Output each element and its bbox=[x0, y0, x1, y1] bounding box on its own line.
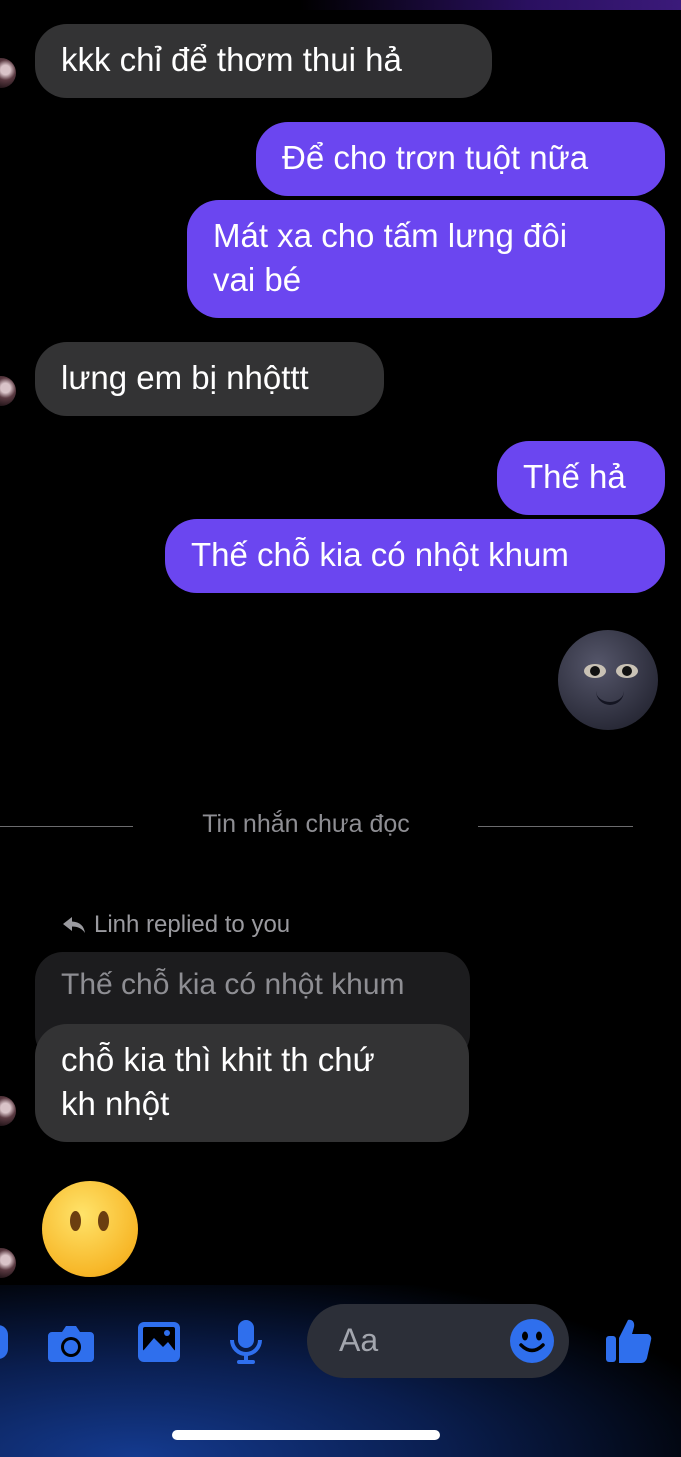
message-text: lưng em bị nhộttt bbox=[61, 359, 309, 396]
avatar[interactable] bbox=[0, 376, 16, 406]
message-text: Mát xa cho tấm lưng đôi bbox=[213, 217, 568, 254]
face-without-mouth-emoji[interactable] bbox=[42, 1181, 138, 1277]
message-text: Để cho trơn tuột nữa bbox=[282, 139, 589, 176]
reply-arrow-icon bbox=[63, 917, 85, 933]
message-input-placeholder: Aa bbox=[339, 1322, 379, 1358]
header-edge bbox=[300, 0, 681, 10]
image-icon[interactable] bbox=[136, 1320, 182, 1364]
reply-indicator: Linh replied to you bbox=[62, 911, 290, 939]
message-input[interactable]: Aa bbox=[307, 1304, 569, 1378]
avatar[interactable] bbox=[0, 1248, 16, 1278]
avatar[interactable] bbox=[0, 58, 16, 88]
message-text: Thế hả bbox=[523, 458, 626, 495]
divider-line bbox=[478, 826, 633, 827]
message-outgoing[interactable]: Thế hả bbox=[497, 441, 665, 515]
message-incoming[interactable]: lưng em bị nhộttt bbox=[35, 342, 384, 416]
quoted-text: Thế chỗ kia có nhột khum bbox=[61, 968, 405, 1001]
message-text: chỗ kia thì khit th chứ bbox=[61, 1041, 375, 1078]
camera-icon[interactable] bbox=[46, 1322, 96, 1364]
message-incoming[interactable]: kkk chỉ để thơm thui hả bbox=[35, 24, 492, 98]
unread-divider-label: Tin nhắn chưa đọc bbox=[202, 810, 410, 838]
emoji-icon[interactable] bbox=[509, 1318, 555, 1364]
reply-hint-text: Linh replied to you bbox=[94, 911, 291, 938]
message-text: kh nhột bbox=[61, 1085, 170, 1122]
message-outgoing[interactable]: Để cho trơn tuột nữa bbox=[256, 122, 665, 196]
message-incoming[interactable]: chỗ kia thì khit th chứ kh nhột bbox=[35, 1024, 469, 1142]
message-outgoing[interactable]: Thế chỗ kia có nhột khum bbox=[165, 519, 665, 593]
message-text: kkk chỉ để thơm thui hả bbox=[61, 41, 402, 78]
avatar[interactable] bbox=[0, 1096, 16, 1126]
home-indicator[interactable] bbox=[172, 1430, 440, 1440]
message-text: vai bé bbox=[213, 261, 302, 298]
thumbs-up-icon[interactable] bbox=[604, 1316, 654, 1366]
new-moon-face-emoji[interactable] bbox=[558, 630, 658, 730]
microphone-icon[interactable] bbox=[228, 1318, 264, 1366]
message-text: Thế chỗ kia có nhột khum bbox=[191, 536, 569, 573]
message-outgoing[interactable]: Mát xa cho tấm lưng đôi vai bé bbox=[187, 200, 665, 318]
